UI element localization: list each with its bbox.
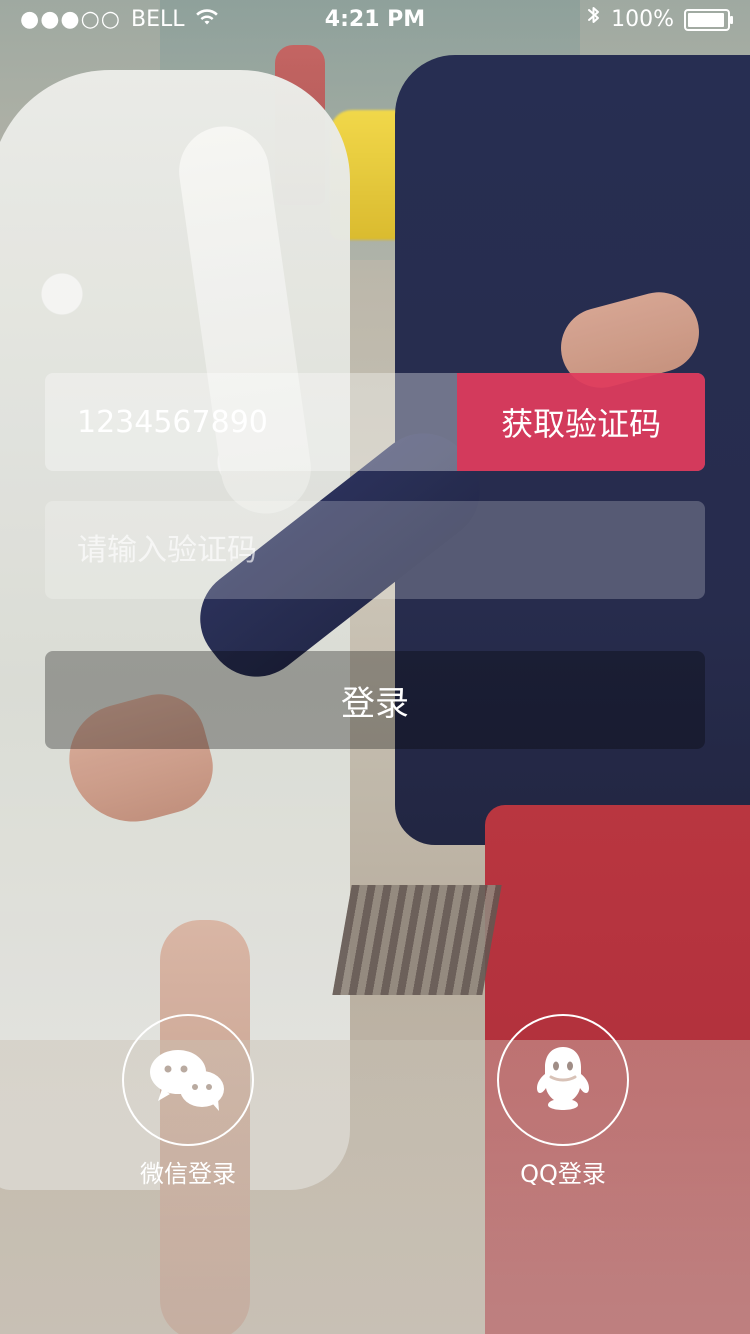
qq-icon [528, 1043, 598, 1117]
wechat-login-button[interactable]: 微信登录 [108, 1014, 268, 1186]
phone-number-field[interactable]: 1234567890 [45, 373, 457, 471]
get-verification-code-button[interactable]: 获取验证码 [457, 373, 705, 471]
qq-login-label: QQ登录 [520, 1160, 606, 1188]
wechat-icon [145, 1045, 231, 1115]
battery-percent: 100% [611, 7, 674, 32]
phone-row: 1234567890 获取验证码 [45, 373, 705, 471]
status-bar: ●●●○○ BELL 4:21 PM 100% [0, 0, 750, 40]
battery-fill [688, 13, 724, 27]
login-form: 1234567890 获取验证码 登录 [45, 373, 705, 749]
status-right: 100% [587, 0, 733, 40]
bluetooth-icon [587, 0, 601, 40]
verification-code-input[interactable] [45, 501, 705, 599]
battery-icon [684, 9, 733, 31]
qq-login-button[interactable]: QQ登录 [483, 1014, 643, 1186]
wechat-login-circle[interactable] [122, 1014, 254, 1146]
code-row [45, 501, 705, 599]
qq-login-circle[interactable] [497, 1014, 629, 1146]
wechat-login-label: 微信登录 [140, 1160, 236, 1188]
login-button[interactable]: 登录 [45, 651, 705, 749]
